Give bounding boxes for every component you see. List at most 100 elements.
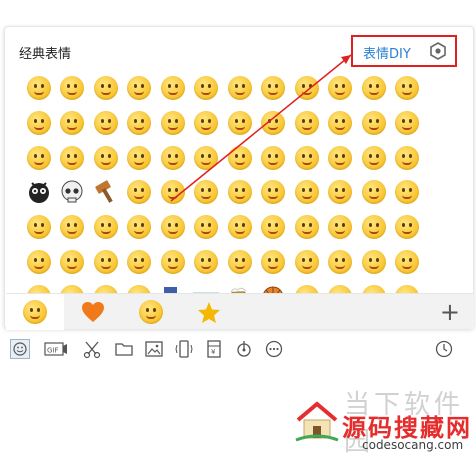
emoji-item[interactable] bbox=[357, 71, 390, 105]
shake-icon[interactable] bbox=[174, 339, 194, 359]
emoji-item[interactable] bbox=[56, 106, 89, 140]
emoji-item[interactable] bbox=[223, 71, 256, 105]
emoji-item[interactable] bbox=[56, 245, 89, 279]
emoji-item[interactable] bbox=[89, 141, 122, 175]
emoji-item[interactable] bbox=[123, 210, 156, 244]
emoji-icon[interactable] bbox=[10, 339, 30, 359]
image-icon[interactable] bbox=[144, 339, 164, 359]
emoji-item[interactable] bbox=[357, 175, 390, 209]
smiley-face-icon bbox=[26, 110, 51, 135]
emoji-item[interactable] bbox=[257, 245, 290, 279]
emoji-item[interactable] bbox=[156, 245, 189, 279]
folder-icon[interactable] bbox=[114, 339, 134, 359]
hexagon-gear-icon[interactable] bbox=[429, 42, 447, 60]
emoji-item[interactable] bbox=[56, 175, 89, 209]
emoji-item[interactable] bbox=[357, 106, 390, 140]
emoji-item[interactable] bbox=[324, 141, 357, 175]
emoji-item[interactable] bbox=[56, 141, 89, 175]
emoji-item[interactable] bbox=[391, 106, 424, 140]
chat-toolbar: GIF ¥ bbox=[6, 335, 472, 363]
emoji-item[interactable] bbox=[223, 106, 256, 140]
emoji-item[interactable] bbox=[56, 210, 89, 244]
emoji-item[interactable] bbox=[391, 210, 424, 244]
tab-classic-faces[interactable] bbox=[6, 294, 64, 330]
emoji-item[interactable] bbox=[22, 106, 55, 140]
emoji-item[interactable] bbox=[324, 245, 357, 279]
emoji-item[interactable] bbox=[357, 245, 390, 279]
emoji-item[interactable] bbox=[391, 141, 424, 175]
emoji-item[interactable] bbox=[123, 141, 156, 175]
emoji-item[interactable] bbox=[190, 210, 223, 244]
emoji-item[interactable] bbox=[89, 175, 122, 209]
scissors-icon[interactable] bbox=[82, 339, 102, 359]
smiley-face-icon bbox=[294, 249, 319, 274]
emoji-item[interactable] bbox=[223, 210, 256, 244]
emoji-item[interactable] bbox=[391, 175, 424, 209]
history-clock-icon[interactable] bbox=[434, 339, 454, 359]
emoji-item[interactable] bbox=[89, 71, 122, 105]
tab-big-emoji[interactable] bbox=[122, 294, 180, 330]
emoji-item[interactable] bbox=[391, 71, 424, 105]
emoji-item[interactable] bbox=[290, 245, 323, 279]
emoji-item[interactable] bbox=[391, 245, 424, 279]
emoji-item[interactable] bbox=[190, 71, 223, 105]
emoji-item[interactable] bbox=[190, 175, 223, 209]
emoji-item[interactable] bbox=[89, 210, 122, 244]
emoji-item[interactable] bbox=[22, 245, 55, 279]
emoji-item[interactable] bbox=[156, 71, 189, 105]
emoji-item[interactable] bbox=[22, 141, 55, 175]
emoji-item[interactable] bbox=[290, 175, 323, 209]
emoji-item[interactable] bbox=[357, 210, 390, 244]
emoji-item[interactable] bbox=[324, 71, 357, 105]
emoji-item[interactable] bbox=[156, 141, 189, 175]
emoji-item[interactable] bbox=[89, 106, 122, 140]
emoji-item[interactable] bbox=[257, 141, 290, 175]
emoji-item[interactable] bbox=[190, 245, 223, 279]
emoji-item[interactable] bbox=[257, 210, 290, 244]
emoji-item[interactable] bbox=[123, 106, 156, 140]
emoji-item[interactable] bbox=[324, 210, 357, 244]
emoji-item[interactable] bbox=[56, 71, 89, 105]
tab-starred[interactable] bbox=[180, 294, 238, 330]
add-emoji-button[interactable]: + bbox=[440, 298, 460, 326]
smiley-face-icon bbox=[328, 76, 352, 100]
emoji-item[interactable] bbox=[223, 141, 256, 175]
emoji-item[interactable] bbox=[290, 106, 323, 140]
emoji-item[interactable] bbox=[89, 245, 122, 279]
tab-favorites[interactable] bbox=[64, 294, 122, 330]
emoji-item[interactable] bbox=[156, 106, 189, 140]
more-icon[interactable] bbox=[264, 339, 284, 359]
emoji-item[interactable] bbox=[357, 141, 390, 175]
emoji-item[interactable] bbox=[290, 141, 323, 175]
emoji-item[interactable] bbox=[290, 210, 323, 244]
emoji-item[interactable] bbox=[257, 106, 290, 140]
emoji-item[interactable] bbox=[223, 245, 256, 279]
smiley-face-icon bbox=[261, 110, 285, 135]
emoji-item[interactable] bbox=[290, 71, 323, 105]
emoji-item[interactable] bbox=[257, 175, 290, 209]
emoji-item[interactable] bbox=[190, 141, 223, 175]
gif-icon[interactable]: GIF bbox=[44, 339, 68, 359]
smiley-face-icon bbox=[93, 249, 118, 274]
emoji-item[interactable] bbox=[123, 175, 156, 209]
emoji-item[interactable] bbox=[123, 245, 156, 279]
smiley-face-icon bbox=[160, 110, 185, 135]
emoji-item[interactable] bbox=[324, 175, 357, 209]
smiley-face-icon bbox=[395, 145, 419, 170]
emoji-item[interactable] bbox=[223, 175, 256, 209]
emoji-item[interactable] bbox=[156, 210, 189, 244]
emoji-item[interactable] bbox=[190, 106, 223, 140]
smiley-face-icon bbox=[395, 249, 419, 274]
emoji-item[interactable] bbox=[22, 175, 55, 209]
music-icon[interactable] bbox=[234, 339, 254, 359]
emoji-item[interactable] bbox=[22, 71, 55, 105]
emoji-item[interactable] bbox=[324, 106, 357, 140]
emoji-item[interactable] bbox=[123, 71, 156, 105]
emoji-item[interactable] bbox=[257, 71, 290, 105]
emoji-item[interactable] bbox=[156, 175, 189, 209]
emoji-item[interactable] bbox=[22, 210, 55, 244]
emoji-diy-link[interactable]: 表情DIY bbox=[363, 43, 411, 62]
red-packet-icon[interactable]: ¥ bbox=[204, 339, 224, 359]
smiley-face-icon bbox=[194, 249, 218, 274]
smiley-face-icon bbox=[294, 180, 319, 205]
